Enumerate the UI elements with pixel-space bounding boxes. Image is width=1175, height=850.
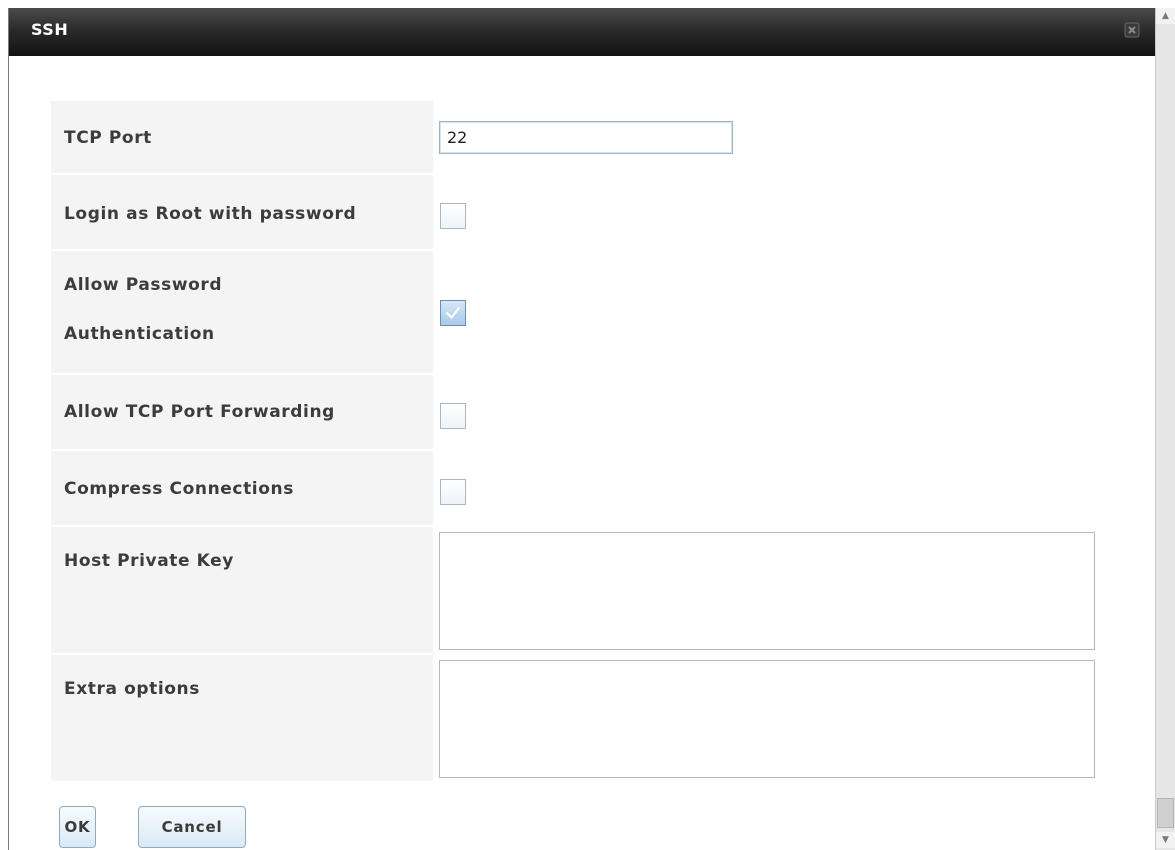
allow-password-label-line2: Authentication [64,324,215,344]
row-compress-connections: Compress Connections [51,451,1101,525]
ssh-dialog: SSH TCP Port 22 Login as Root with passw… [8,8,1155,850]
label-cell: Login as Root with password [51,175,433,249]
allow-password-checkbox[interactable] [440,300,466,326]
label-cell: Allow Password Authentication [51,251,433,373]
host-private-key-label: Host Private Key [64,551,234,571]
tcp-port-label: TCP Port [64,128,152,148]
extra-options-label: Extra options [64,679,200,699]
scroll-up-icon[interactable]: ▲ [1156,8,1175,24]
field-cell [434,655,1101,781]
allow-password-label-line1: Allow Password [64,275,223,295]
vertical-scrollbar[interactable]: ▲ ▼ [1155,8,1175,850]
scroll-down-icon[interactable]: ▼ [1156,832,1175,848]
row-extra-options: Extra options [51,655,1101,781]
tcp-port-input[interactable]: 22 [439,121,733,154]
field-cell: 22 [434,101,1101,173]
cancel-button[interactable]: Cancel [138,806,246,848]
login-root-checkbox[interactable] [440,203,466,229]
dialog-title: SSH [31,20,69,39]
row-login-root: Login as Root with password [51,175,1101,249]
field-cell [434,527,1101,653]
field-cell [434,251,1101,373]
extra-options-textarea[interactable] [439,660,1095,778]
checkmark-icon [445,306,461,319]
compress-connections-label: Compress Connections [64,479,294,499]
compress-connections-checkbox[interactable] [440,479,466,505]
scrollbar-thumb[interactable] [1157,798,1174,828]
dialog-titlebar[interactable]: SSH [9,8,1155,56]
field-cell [434,375,1101,449]
close-icon[interactable] [1123,21,1141,39]
host-private-key-textarea[interactable] [439,532,1095,650]
login-root-label: Login as Root with password [64,204,357,224]
label-cell: TCP Port [51,101,433,173]
label-cell: Extra options [51,655,433,781]
allow-tcp-forwarding-label: Allow TCP Port Forwarding [64,402,335,422]
field-cell [434,175,1101,249]
row-allow-tcp-forwarding: Allow TCP Port Forwarding [51,375,1101,449]
label-cell: Allow TCP Port Forwarding [51,375,433,449]
allow-tcp-forwarding-checkbox[interactable] [440,403,466,429]
ok-button[interactable]: OK [59,806,96,848]
label-cell: Host Private Key [51,527,433,653]
row-allow-password-auth: Allow Password Authentication [51,251,1101,373]
label-cell: Compress Connections [51,451,433,525]
row-host-private-key: Host Private Key [51,527,1101,653]
row-tcp-port: TCP Port 22 [51,101,1101,173]
field-cell [434,451,1101,525]
